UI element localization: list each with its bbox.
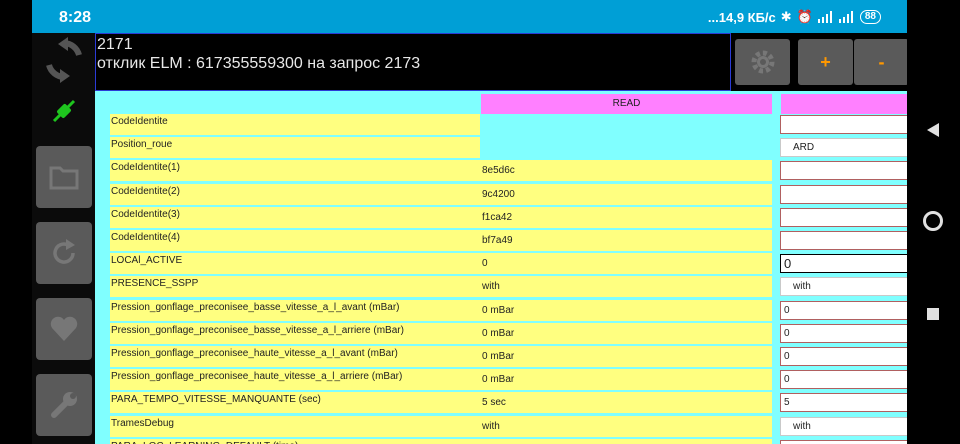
parameter-name: TramesDebug	[110, 415, 480, 437]
write-value-input[interactable]: 0	[780, 347, 907, 366]
status-icons: ...14,9 КБ/с ✱ ⏰ 88	[708, 9, 881, 25]
folder-button[interactable]	[36, 146, 92, 208]
read-value: f1ca42	[480, 206, 772, 228]
table-row: TramesDebug with with	[95, 415, 907, 437]
read-value: 9c4200	[480, 183, 772, 205]
write-column-header	[781, 94, 907, 114]
table-row: Pression_gonflage_preconisee_haute_vites…	[95, 369, 907, 391]
parameter-name: PARA_TEMPO_VITESSE_MANQUANTE (sec)	[110, 392, 480, 414]
sync-icon[interactable]	[42, 35, 86, 85]
system-nav-bar	[907, 0, 960, 444]
refresh-icon	[53, 239, 75, 264]
folder-icon	[49, 166, 79, 190]
parameter-name: CodeIdentite(2)	[110, 183, 480, 205]
parameter-name: Pression_gonflage_preconisee_basse_vites…	[110, 322, 480, 344]
connected-plug-icon	[42, 91, 86, 131]
status-time: 8:28	[59, 9, 92, 26]
table-row: Pression_gonflage_preconisee_basse_vites…	[95, 322, 907, 344]
increase-button[interactable]: +	[798, 39, 853, 85]
table-row: CodeIdentite(3) f1ca42	[95, 206, 907, 228]
parameter-name: Pression_gonflage_preconisee_haute_vites…	[110, 346, 480, 367]
write-value-dropdown[interactable]: ARD	[780, 138, 907, 158]
favorite-button[interactable]	[36, 298, 92, 360]
read-value: 0 mBar	[480, 322, 772, 344]
table-row: CodeIdentite(2) 9c4200	[95, 183, 907, 205]
read-value: 0 mBar	[480, 346, 772, 367]
log-line-request: 2171	[97, 36, 133, 53]
parameter-name: CodeIdentite(4)	[110, 230, 480, 251]
table-row: Position_roue ARD	[95, 137, 907, 159]
refresh-button[interactable]	[36, 222, 92, 284]
battery-indicator: 88	[859, 10, 881, 24]
write-value-dropdown[interactable]: with	[780, 277, 907, 297]
write-value-input[interactable]: 0	[780, 254, 907, 274]
parameter-name: CodeIdentite	[110, 114, 480, 135]
read-value: with	[480, 415, 772, 437]
table-row: PRESENCE_SSPP with with	[95, 276, 907, 298]
parameter-name: Position_roue	[110, 137, 480, 159]
table-row: CodeIdentite(1) 8e5d6c	[95, 160, 907, 182]
write-value-input[interactable]: 5	[780, 393, 907, 413]
cell-signal-icon-2	[838, 11, 855, 23]
write-value-dropdown[interactable]: with	[780, 416, 907, 436]
tools-button[interactable]	[36, 374, 92, 436]
parameter-name: CodeIdentite(1)	[110, 160, 480, 182]
write-value-input[interactable]	[780, 184, 907, 204]
decrease-button[interactable]: -	[854, 39, 909, 85]
table-row: PARA_TEMPO_VITESSE_MANQUANTE (sec) 5 sec 5	[95, 392, 907, 414]
parameter-name: Pression_gonflage_preconisee_haute_vites…	[110, 369, 480, 391]
nav-home-icon[interactable]	[921, 209, 945, 233]
read-value: 5 sec	[480, 392, 772, 414]
left-toolbar	[32, 33, 95, 444]
nav-recents-icon[interactable]	[921, 302, 945, 326]
write-value-input[interactable]	[780, 231, 907, 250]
parameter-name: PRESENCE_SSPP	[110, 276, 480, 298]
table-row: Pression_gonflage_preconisee_basse_vites…	[95, 299, 907, 321]
read-value: 0 mBar	[480, 369, 772, 391]
write-value-input[interactable]	[780, 115, 907, 134]
read-column-header: READ	[481, 94, 772, 114]
parameter-table: READ CodeIdentite Position_roue ARD CodeIde…	[95, 91, 907, 444]
write-value-input[interactable]	[780, 207, 907, 227]
table-row: CodeIdentite	[95, 114, 907, 135]
header-bar: 2171 отклик ELM : 617355559300 на запрос…	[95, 33, 909, 91]
elm-response-log: 2171 отклик ELM : 617355559300 на запрос…	[95, 33, 731, 91]
status-bar: 8:28 ...14,9 КБ/с ✱ ⏰ 88	[32, 0, 907, 33]
network-speed: ...14,9 КБ/с	[707, 9, 776, 25]
wrench-icon	[51, 392, 77, 418]
cell-signal-icon	[817, 11, 834, 23]
table-row: LOCAl_ACTIVE 0 0	[95, 253, 907, 275]
write-value-input[interactable]: 150	[780, 439, 907, 444]
read-value: 8e5d6c	[480, 160, 772, 182]
write-value-input[interactable]	[780, 161, 907, 181]
write-value-input[interactable]: 0	[780, 323, 907, 343]
read-value	[480, 438, 772, 444]
write-value-input[interactable]: 0	[780, 300, 907, 320]
parameter-name: Pression_gonflage_preconisee_basse_vites…	[110, 299, 480, 321]
bluetooth-icon: ✱	[780, 9, 792, 24]
parameter-name: CodeIdentite(3)	[110, 206, 480, 228]
gear-icon	[751, 50, 774, 74]
read-value: 0 mBar	[480, 299, 772, 321]
settings-button[interactable]	[735, 39, 790, 85]
read-value: bf7a49	[480, 230, 772, 251]
parameter-name: LOCAl_ACTIVE	[110, 253, 480, 275]
heart-icon	[50, 316, 78, 341]
parameter-name: PARA_LOC_LEARNING_DEFAULT (time)	[110, 438, 480, 444]
nav-back-icon[interactable]	[921, 118, 945, 142]
table-row: Pression_gonflage_preconisee_haute_vites…	[95, 346, 907, 367]
alarm-icon: ⏰	[796, 9, 813, 24]
write-value-input[interactable]: 0	[780, 370, 907, 390]
read-value: with	[480, 276, 772, 298]
read-value: 0	[480, 253, 772, 275]
table-row: CodeIdentite(4) bf7a49	[95, 230, 907, 251]
log-line-response: отклик ELM : 617355559300 на запрос 2173	[97, 55, 421, 72]
table-row: PARA_LOC_LEARNING_DEFAULT (time) 150	[95, 438, 907, 444]
